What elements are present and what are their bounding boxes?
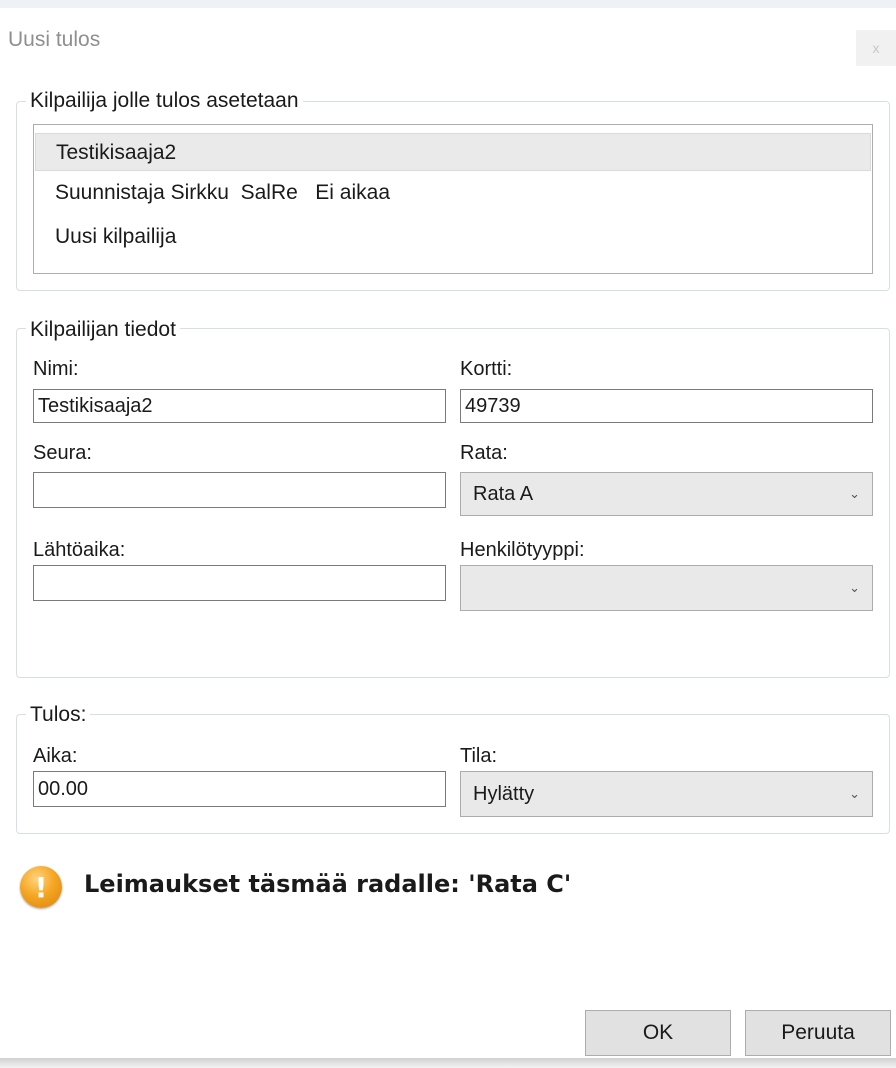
list-item-suunnistaja-sirkku[interactable]: Suunnistaja Sirkku SalRe Ei aikaa <box>35 174 871 212</box>
close-button[interactable]: x <box>856 30 896 66</box>
ok-button[interactable]: OK <box>585 1010 731 1056</box>
course-value: Rata A <box>473 482 534 505</box>
details-group-legend: Kilpailijan tiedot <box>26 318 180 342</box>
start-time-field[interactable] <box>33 565 446 601</box>
warning-message: Leimaukset täsmää radalle: 'Rata C' <box>84 870 572 898</box>
competitor-group-legend: Kilpailija jolle tulos asetetaan <box>26 89 303 113</box>
competitor-list[interactable]: Testikisaaja2 Suunnistaja Sirkku SalRe E… <box>33 124 873 274</box>
start-time-label: Lähtöaika: <box>33 539 126 561</box>
list-item-testikisaaja2[interactable]: Testikisaaja2 <box>35 133 871 171</box>
time-label: Aika: <box>33 745 78 767</box>
window-top-border <box>0 0 896 8</box>
course-label: Rata: <box>460 442 508 464</box>
course-dropdown[interactable]: Rata A ⌄ <box>460 472 873 516</box>
chevron-down-icon: ⌄ <box>849 486 860 501</box>
window-bottom-edge <box>0 1058 896 1068</box>
card-label: Kortti: <box>460 358 513 380</box>
chevron-down-icon: ⌄ <box>849 580 860 595</box>
result-group-legend: Tulos: <box>26 703 91 727</box>
close-icon: x <box>872 40 880 56</box>
person-type-dropdown[interactable]: ⌄ <box>460 565 873 611</box>
time-field[interactable] <box>33 771 446 807</box>
status-label: Tila: <box>460 745 498 767</box>
warning-icon: ! <box>20 866 62 908</box>
card-field[interactable] <box>460 389 873 423</box>
person-type-label: Henkilötyyppi: <box>460 539 585 561</box>
cancel-button[interactable]: Peruuta <box>745 1010 891 1056</box>
club-field[interactable] <box>33 472 446 508</box>
status-dropdown[interactable]: Hylätty ⌄ <box>460 771 873 817</box>
list-item-uusi-kilpailija[interactable]: Uusi kilpailija <box>35 218 871 256</box>
name-label: Nimi: <box>33 358 79 380</box>
chevron-down-icon: ⌄ <box>849 786 860 801</box>
name-field[interactable] <box>33 389 446 423</box>
status-value: Hylätty <box>473 782 535 805</box>
club-label: Seura: <box>33 442 92 464</box>
dialog-title: Uusi tulos <box>8 28 101 51</box>
